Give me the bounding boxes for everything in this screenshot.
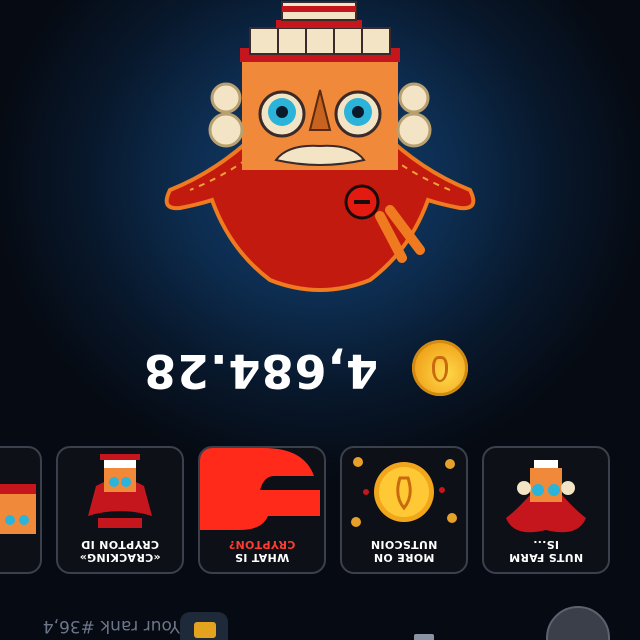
rank-icon[interactable] xyxy=(180,612,228,640)
info-cards-row: NUTS FARM IS... MORE ON NUTSCOIN WHAT IS… xyxy=(0,442,640,574)
card-label: WHAT IS CRYPTON? xyxy=(228,538,296,564)
card-partial[interactable] xyxy=(0,446,42,574)
nutcracker-icon xyxy=(88,454,152,528)
coin-icon xyxy=(351,457,457,527)
game-screen: Your rank #36,4 NUTS FARM IS... MORE ON NU… xyxy=(0,0,640,640)
nutcracker-icon xyxy=(506,460,586,533)
nutcracker-icon xyxy=(0,484,36,534)
crypton-logo-icon xyxy=(200,448,320,530)
nutcracker-tap-button[interactable] xyxy=(160,0,480,320)
card-nuts-farm[interactable]: NUTS FARM IS... xyxy=(482,446,610,574)
card-label: «CRACKING» CRYPTON ID xyxy=(79,538,161,564)
avatar[interactable] xyxy=(546,606,610,640)
nav-indicator xyxy=(414,634,434,640)
balance-row: 4,684.28 xyxy=(0,330,640,400)
card-what-is-crypton[interactable]: WHAT IS CRYPTON? xyxy=(198,446,326,574)
balance-value: 4,684.28 xyxy=(143,344,378,398)
card-label: MORE ON NUTSCOIN xyxy=(370,538,438,564)
rank-label[interactable]: Your rank #36,4 xyxy=(43,616,180,636)
card-label: NUTS FARM IS... xyxy=(508,538,584,564)
card-cracking-crypton-id[interactable]: «CRACKING» CRYPTON ID xyxy=(56,446,184,574)
nutscoin-icon xyxy=(412,340,468,396)
card-more-on-nutscoin[interactable]: MORE ON NUTSCOIN xyxy=(340,446,468,574)
bottom-nav: Your rank #36,4 xyxy=(0,570,640,640)
